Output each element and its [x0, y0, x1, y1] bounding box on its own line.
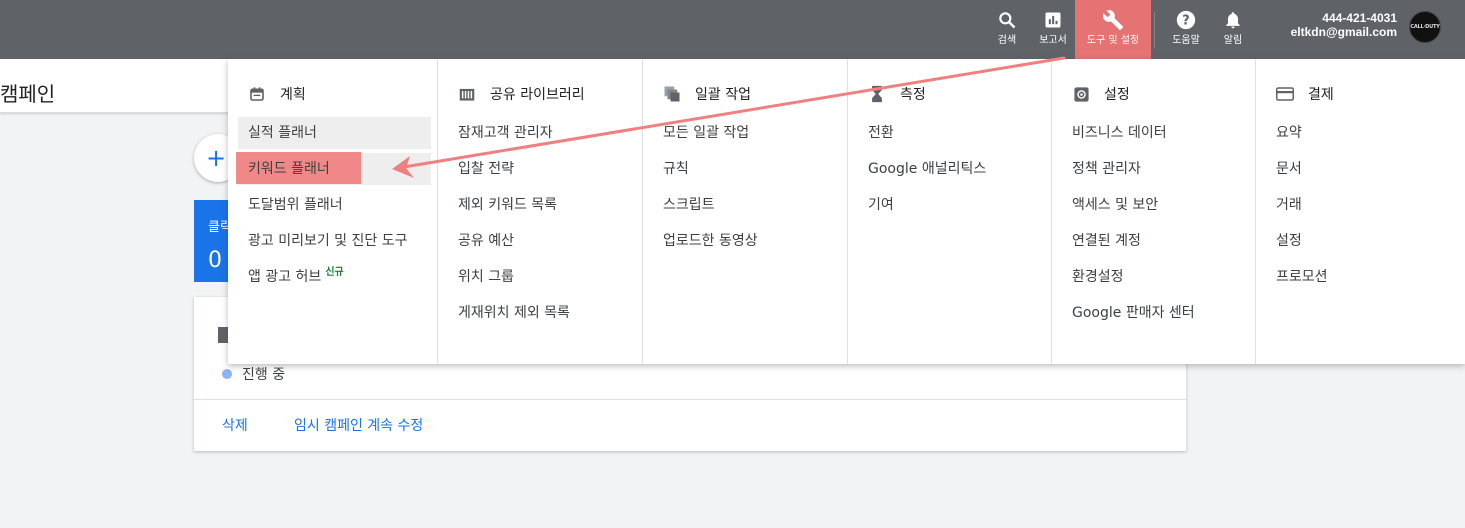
clicks-value: 0 — [208, 248, 222, 273]
campaign-status: 진행 중 — [242, 367, 286, 383]
calendar-icon — [248, 85, 266, 103]
menu-item-billing-settings[interactable]: 설정 — [1256, 223, 1465, 259]
menu-item-negative-keyword-lists[interactable]: 제외 키워드 목록 — [438, 187, 642, 223]
avatar[interactable]: CALL·DUTY — [1409, 11, 1441, 43]
delete-link[interactable]: 삭제 — [222, 415, 248, 435]
help-icon: ? — [1175, 9, 1197, 31]
menu-heading-label: 계획 — [280, 87, 306, 103]
avatar-text: CALL·DUTY — [1410, 24, 1440, 30]
menu-column-billing: 결제 요약 문서 거래 설정 프로모션 — [1255, 59, 1465, 364]
menu-column-bulk-actions: 일괄 작업 모든 일괄 작업 규칙 스크립트 업로드한 동영상 — [642, 59, 847, 364]
card-divider — [194, 399, 1186, 400]
menu-item-reach-planner[interactable]: 도달범위 플래너 — [228, 187, 438, 223]
menu-item-all-bulk-actions[interactable]: 모든 일괄 작업 — [643, 115, 847, 151]
menu-item-policy-manager[interactable]: 정책 관리자 — [1052, 151, 1256, 187]
menu-heading-label: 결제 — [1308, 87, 1334, 103]
menu-item-app-ads-hub[interactable]: 앱 광고 허브 신규 — [228, 259, 438, 295]
account-email: eltkdn@gmail.com — [1290, 25, 1397, 39]
status-dot — [222, 369, 232, 379]
reports-icon — [1043, 9, 1063, 31]
account-id: 444-421-4031 — [1322, 11, 1397, 25]
menu-item-scripts[interactable]: 스크립트 — [643, 187, 847, 223]
menu-item-bid-strategies[interactable]: 입찰 전략 — [438, 151, 642, 187]
menu-heading-setup: 설정 — [1072, 84, 1130, 104]
topbar-divider — [1154, 12, 1155, 48]
tools-settings-label: 도구 및 설정 — [1086, 35, 1140, 46]
menu-item-access-security[interactable]: 액세스 및 보안 — [1052, 187, 1256, 223]
notifications-label: 알림 — [1223, 35, 1243, 46]
help-button[interactable]: ? 도움말 — [1165, 0, 1207, 59]
bulk-actions-icon — [663, 85, 681, 103]
menu-column-shared-library: 공유 라이브러리 잠재고객 관리자 입찰 전략 제외 키워드 목록 공유 예산 … — [437, 59, 642, 364]
menu-item-placement-exclusion-lists[interactable]: 게재위치 제외 목록 — [438, 295, 642, 331]
help-label: 도움말 — [1172, 35, 1200, 46]
menu-item-google-analytics[interactable]: Google 애널리틱스 — [848, 151, 1052, 187]
menu-item-documents[interactable]: 문서 — [1256, 151, 1465, 187]
menu-item-keyword-planner[interactable]: 키워드 플래너 — [228, 151, 438, 187]
menu-item-label: 앱 광고 허브 — [248, 269, 322, 285]
menu-item-rules[interactable]: 규칙 — [643, 151, 847, 187]
svg-text:?: ? — [1182, 14, 1189, 29]
menu-item-shared-budgets[interactable]: 공유 예산 — [438, 223, 642, 259]
menu-item-uploaded-videos[interactable]: 업로드한 동영상 — [643, 223, 847, 259]
menu-item-promotions[interactable]: 프로모션 — [1256, 259, 1465, 295]
bell-icon — [1223, 9, 1243, 31]
menu-column-setup: 설정 비즈니스 데이터 정책 관리자 액세스 및 보안 연결된 계정 환경설정 … — [1051, 59, 1256, 364]
page-title: 캠페인 — [0, 82, 56, 106]
menu-item-summary[interactable]: 요약 — [1256, 115, 1465, 151]
search-icon — [997, 9, 1017, 31]
menu-item-merchant-center[interactable]: Google 판매자 센터 — [1052, 295, 1256, 331]
tools-settings-button[interactable]: 도구 및 설정 — [1075, 0, 1151, 64]
menu-column-measurement: 측정 전환 Google 애널리틱스 기여 — [847, 59, 1052, 364]
menu-heading-measurement: 측정 — [868, 84, 926, 104]
menu-heading-shared-library: 공유 라이브러리 — [458, 84, 585, 104]
reports-label: 보고서 — [1039, 35, 1067, 46]
menu-heading-label: 측정 — [900, 87, 926, 103]
menu-item-location-groups[interactable]: 위치 그룹 — [438, 259, 642, 295]
menu-column-planning: 계획 실적 플래너 키워드 플래너 도달범위 플래너 광고 미리보기 및 진단 … — [228, 59, 438, 364]
new-badge: 신규 — [325, 267, 344, 279]
menu-heading-label: 설정 — [1104, 87, 1130, 103]
menu-heading-planning: 계획 — [248, 84, 306, 104]
top-bar: 검색 보고서 도구 및 설정 ? 도움말 알림 444-421-4031 elt… — [0, 0, 1465, 64]
tools-settings-menu: 계획 실적 플래너 키워드 플래너 도달범위 플래너 광고 미리보기 및 진단 … — [228, 59, 1465, 364]
settings-icon — [1072, 85, 1090, 103]
library-icon — [458, 85, 476, 103]
menu-heading-billing: 결제 — [1276, 84, 1334, 104]
hourglass-icon — [868, 85, 886, 103]
menu-item-linked-accounts[interactable]: 연결된 계정 — [1052, 223, 1256, 259]
continue-edit-link[interactable]: 임시 캠페인 계속 수정 — [294, 415, 423, 435]
menu-heading-label: 일괄 작업 — [695, 87, 751, 103]
menu-item-preferences[interactable]: 환경설정 — [1052, 259, 1256, 295]
menu-item-business-data[interactable]: 비즈니스 데이터 — [1052, 115, 1256, 151]
menu-item-transactions[interactable]: 거래 — [1256, 187, 1465, 223]
search-button[interactable]: 검색 — [990, 0, 1024, 59]
credit-card-icon — [1276, 85, 1294, 103]
menu-item-performance-planner[interactable]: 실적 플래너 — [228, 115, 438, 151]
menu-heading-label: 공유 라이브러리 — [490, 87, 585, 103]
menu-heading-bulk-actions: 일괄 작업 — [663, 84, 751, 104]
menu-item-audience-manager[interactable]: 잠재고객 관리자 — [438, 115, 642, 151]
wrench-icon — [1102, 9, 1124, 31]
reports-button[interactable]: 보고서 — [1034, 0, 1072, 59]
menu-item-ad-preview-diagnosis[interactable]: 광고 미리보기 및 진단 도구 — [228, 223, 438, 259]
page-header: 캠페인 — [0, 59, 240, 113]
notifications-button[interactable]: 알림 — [1216, 0, 1250, 59]
menu-item-attribution[interactable]: 기여 — [848, 187, 1052, 223]
menu-item-conversions[interactable]: 전환 — [848, 115, 1052, 151]
account-info[interactable]: 444-421-4031 eltkdn@gmail.com — [1291, 11, 1397, 39]
search-label: 검색 — [997, 35, 1017, 46]
